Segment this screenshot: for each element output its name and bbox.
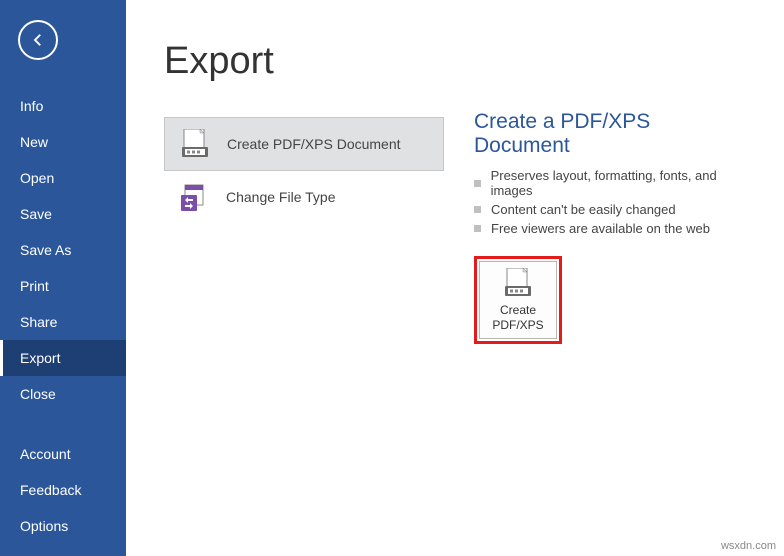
create-button-label: Create PDF/XPS: [480, 303, 556, 332]
nav-feedback[interactable]: Feedback: [0, 472, 126, 508]
nav-share[interactable]: Share: [0, 304, 126, 340]
file-type-icon: [180, 183, 208, 211]
create-button-highlight: Create PDF/XPS: [474, 256, 562, 344]
nav-save[interactable]: Save: [0, 196, 126, 232]
page-title: Export: [164, 40, 444, 83]
export-left-column: Export Create PDF/XPS Document Change Fi…: [164, 40, 444, 536]
export-detail-column: Create a PDF/XPS Document Preserves layo…: [474, 40, 746, 536]
detail-bullets: Preserves layout, formatting, fonts, and…: [474, 166, 746, 238]
nav-label: Account: [20, 446, 71, 462]
nav-label: Options: [20, 518, 68, 534]
bullet-item: Content can't be easily changed: [474, 200, 746, 219]
option-label: Create PDF/XPS Document: [227, 136, 401, 152]
nav-label: Open: [20, 170, 54, 186]
nav-label: Info: [20, 98, 43, 114]
pdf-doc-icon: [505, 268, 531, 298]
nav-close[interactable]: Close: [0, 376, 126, 412]
option-label: Change File Type: [226, 189, 335, 205]
nav-new[interactable]: New: [0, 124, 126, 160]
nav-label: Print: [20, 278, 49, 294]
bullet-item: Free viewers are available on the web: [474, 219, 746, 238]
nav-label: Save: [20, 206, 52, 222]
nav-print[interactable]: Print: [0, 268, 126, 304]
back-button[interactable]: [18, 20, 58, 60]
backstage-sidebar: Info New Open Save Save As Print Share E…: [0, 0, 126, 556]
option-create-pdf-xps[interactable]: Create PDF/XPS Document: [164, 117, 444, 171]
nav-options[interactable]: Options: [0, 508, 126, 544]
back-arrow-icon: [29, 31, 47, 49]
content-area: Export Create PDF/XPS Document Change Fi…: [126, 0, 784, 556]
nav-label: Save As: [20, 242, 71, 258]
nav-save-as[interactable]: Save As: [0, 232, 126, 268]
nav-export[interactable]: Export: [0, 340, 126, 376]
nav-label: Share: [20, 314, 57, 330]
nav-open[interactable]: Open: [0, 160, 126, 196]
watermark: wsxdn.com: [721, 540, 776, 552]
nav-account[interactable]: Account: [0, 436, 126, 472]
pdf-doc-icon: [181, 130, 209, 158]
nav-label: Export: [20, 350, 60, 366]
option-change-file-type[interactable]: Change File Type: [164, 171, 444, 223]
create-pdf-xps-button[interactable]: Create PDF/XPS: [479, 261, 557, 339]
nav-label: New: [20, 134, 48, 150]
nav-info[interactable]: Info: [0, 88, 126, 124]
nav-label: Close: [20, 386, 56, 402]
bullet-item: Preserves layout, formatting, fonts, and…: [474, 166, 746, 200]
detail-title: Create a PDF/XPS Document: [474, 110, 746, 158]
nav-label: Feedback: [20, 482, 81, 498]
